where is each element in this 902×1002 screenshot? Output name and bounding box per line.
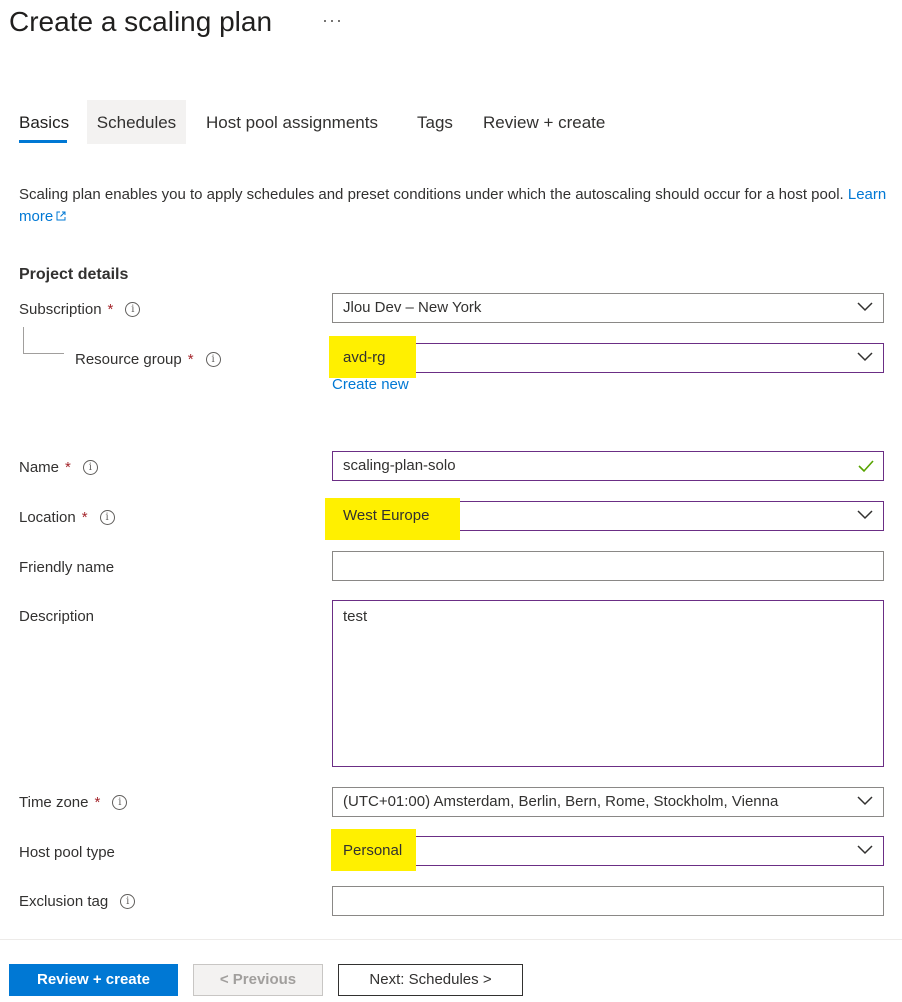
subscription-value: Jlou Dev – New York <box>343 299 482 316</box>
intro-text: Scaling plan enables you to apply schedu… <box>19 184 889 228</box>
next-schedules-button[interactable]: Next: Schedules > <box>338 964 523 996</box>
chevron-down-icon <box>857 302 873 312</box>
create-new-link[interactable]: Create new <box>332 376 409 393</box>
time-zone-value: (UTC+01:00) Amsterdam, Berlin, Bern, Rom… <box>343 793 779 810</box>
footer-divider <box>0 939 902 940</box>
friendly-name-label: Friendly name <box>19 558 115 576</box>
checkmark-icon <box>858 460 874 473</box>
name-value: scaling-plan-solo <box>343 457 456 474</box>
host-pool-type-label: Host pool type <box>19 843 115 861</box>
required-asterisk: * <box>187 350 194 368</box>
host-pool-type-dropdown[interactable]: Personal <box>331 829 884 871</box>
friendly-name-input[interactable] <box>332 551 884 581</box>
location-dropdown[interactable]: West Europe <box>325 498 884 540</box>
intro-description: Scaling plan enables you to apply schedu… <box>19 186 844 203</box>
exclusion-tag-input[interactable] <box>332 886 884 916</box>
description-textarea[interactable]: test <box>332 600 884 767</box>
project-details-heading: Project details <box>19 266 129 283</box>
info-icon[interactable]: i <box>99 509 115 525</box>
required-asterisk: * <box>94 793 101 811</box>
resource-group-label-text: Resource group <box>75 350 182 368</box>
host-pool-type-value: Personal <box>343 842 403 859</box>
info-icon[interactable]: i <box>120 893 136 909</box>
location-label: Location * i <box>19 506 115 528</box>
tab-schedules[interactable]: Schedules <box>87 100 186 144</box>
info-icon[interactable]: i <box>125 301 141 317</box>
tab-basics[interactable]: Basics <box>19 100 69 144</box>
name-label-text: Name <box>19 458 60 476</box>
tree-connector <box>23 327 24 354</box>
tab-tags[interactable]: Tags <box>417 100 453 144</box>
active-tab-indicator <box>19 140 67 143</box>
tab-review-create[interactable]: Review + create <box>483 100 605 144</box>
time-zone-label: Time zone * i <box>19 791 128 813</box>
chevron-down-icon <box>857 845 873 855</box>
description-label: Description <box>19 607 95 625</box>
location-value: West Europe <box>343 507 430 524</box>
info-icon[interactable]: i <box>112 794 128 810</box>
name-input[interactable]: scaling-plan-solo <box>332 451 884 481</box>
resource-group-label: Resource group * i <box>75 348 221 370</box>
resource-group-dropdown[interactable]: avd-rg <box>329 336 884 378</box>
chevron-down-icon <box>857 510 873 520</box>
resource-group-value: avd-rg <box>343 349 386 366</box>
chevron-down-icon <box>857 352 873 362</box>
ellipsis-icon[interactable]: ··· <box>322 10 343 31</box>
required-asterisk: * <box>81 508 88 526</box>
info-icon[interactable]: i <box>82 459 98 475</box>
subscription-dropdown[interactable]: Jlou Dev – New York <box>332 293 884 323</box>
required-asterisk: * <box>65 458 71 476</box>
exclusion-tag-label: Exclusion tag i <box>19 890 136 912</box>
time-zone-dropdown[interactable]: (UTC+01:00) Amsterdam, Berlin, Bern, Rom… <box>332 787 884 817</box>
required-asterisk: * <box>107 300 114 318</box>
external-link-icon <box>56 211 66 221</box>
location-label-text: Location <box>19 508 76 526</box>
exclusion-tag-label-text: Exclusion tag <box>19 892 109 910</box>
page-title: Create a scaling plan <box>9 6 273 37</box>
subscription-label: Subscription * i <box>19 298 141 320</box>
previous-button[interactable]: < Previous <box>193 964 323 996</box>
time-zone-label-text: Time zone <box>19 793 89 811</box>
tree-connector-horizontal <box>23 353 64 354</box>
chevron-down-icon <box>857 796 873 806</box>
info-icon[interactable]: i <box>205 351 221 367</box>
subscription-label-text: Subscription <box>19 300 102 318</box>
name-label: Name * i <box>19 456 98 478</box>
tab-host-pool-assignments[interactable]: Host pool assignments <box>206 100 378 144</box>
review-create-button[interactable]: Review + create <box>9 964 178 996</box>
